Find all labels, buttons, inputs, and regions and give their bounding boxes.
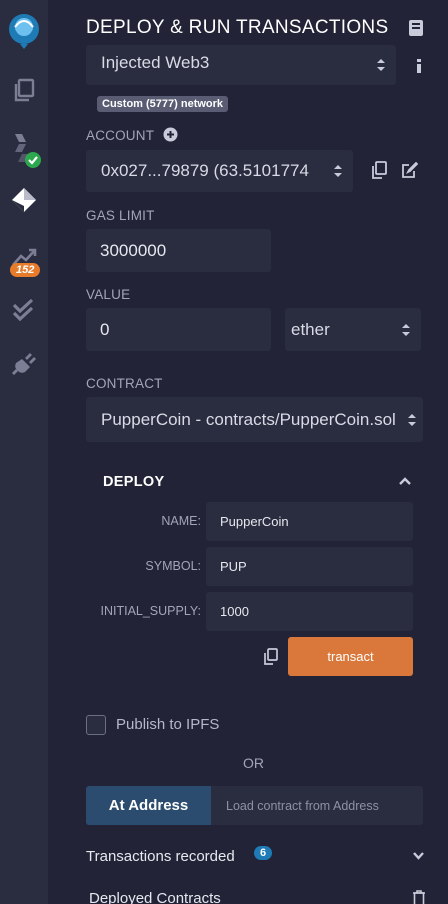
contract-label: CONTRACT xyxy=(86,376,163,391)
expand-chevron-icon[interactable] xyxy=(412,851,425,860)
publish-ipfs-label: Publish to IPFS xyxy=(116,716,220,733)
file-explorer-icon[interactable] xyxy=(0,68,48,112)
environment-value: Injected Web3 xyxy=(101,53,210,72)
param-input-name[interactable]: PupperCoin xyxy=(206,502,413,541)
select-arrows-icon xyxy=(402,323,410,336)
remix-logo[interactable] xyxy=(0,8,48,52)
contract-select[interactable]: PupperCoin - contracts/PupperCoin.sol xyxy=(86,397,423,442)
value-label: VALUE xyxy=(86,287,131,302)
or-separator: OR xyxy=(243,755,264,771)
value-unit-select[interactable]: ether xyxy=(285,308,421,351)
param-label-initial-supply: INITIAL_SUPPLY: xyxy=(100,604,201,618)
gas-limit-input[interactable]: 3000000 xyxy=(86,229,271,272)
rail-badge-count: 152 xyxy=(10,263,41,277)
transactions-count-badge: 6 xyxy=(254,846,273,860)
copy-calldata-icon[interactable] xyxy=(263,648,278,665)
account-select[interactable]: 0x027...79879 (63.5101774 xyxy=(86,150,353,192)
load-contract-address-input[interactable]: Load contract from Address xyxy=(211,786,423,825)
copy-account-icon[interactable] xyxy=(371,161,387,179)
solidity-compiler-icon[interactable] xyxy=(0,128,48,172)
select-arrows-icon xyxy=(334,165,342,177)
account-label: ACCOUNT xyxy=(86,128,155,143)
select-arrows-icon xyxy=(377,59,385,71)
at-address-button[interactable]: At Address xyxy=(86,786,211,825)
edit-account-icon[interactable] xyxy=(401,162,418,178)
account-value: 0x027...79879 (63.5101774 xyxy=(101,161,309,180)
param-input-initial-supply[interactable]: 1000 xyxy=(206,592,413,631)
plugin-manager-icon[interactable] xyxy=(0,342,48,386)
transact-button[interactable]: transact xyxy=(288,637,413,676)
network-badge: Custom (5777) network xyxy=(97,96,229,112)
collapse-chevron-icon[interactable] xyxy=(398,476,412,486)
deploy-title: DEPLOY xyxy=(103,474,165,490)
trash-icon[interactable] xyxy=(412,890,426,904)
deploy-run-panel: DEPLOY & RUN TRANSACTIONS Injected Web3 … xyxy=(48,0,448,904)
param-label-name: NAME: xyxy=(161,514,201,528)
settings-icon[interactable] xyxy=(0,892,48,904)
select-arrows-icon xyxy=(408,413,416,426)
deploy-run-icon[interactable] xyxy=(0,178,48,222)
add-account-icon[interactable] xyxy=(163,127,178,142)
publish-ipfs-checkbox[interactable] xyxy=(86,715,106,735)
param-input-symbol[interactable]: PUP xyxy=(206,547,413,586)
testing-icon[interactable] xyxy=(0,288,48,332)
contract-value: PupperCoin - contracts/PupperCoin.sol xyxy=(101,409,396,429)
value-input[interactable]: 0 xyxy=(86,308,271,351)
transactions-recorded-label[interactable]: Transactions recorded xyxy=(86,848,235,865)
param-label-symbol: SYMBOL: xyxy=(145,559,201,573)
documentation-icon[interactable] xyxy=(408,19,424,42)
deployed-contracts-label: Deployed Contracts xyxy=(89,890,221,904)
page-title: DEPLOY & RUN TRANSACTIONS xyxy=(86,17,389,38)
gas-limit-label: GAS LIMIT xyxy=(86,208,155,223)
value-unit: ether xyxy=(291,319,330,339)
info-icon[interactable] xyxy=(414,58,424,74)
icon-rail: 152 xyxy=(0,0,48,904)
environment-select[interactable]: Injected Web3 xyxy=(86,45,396,85)
